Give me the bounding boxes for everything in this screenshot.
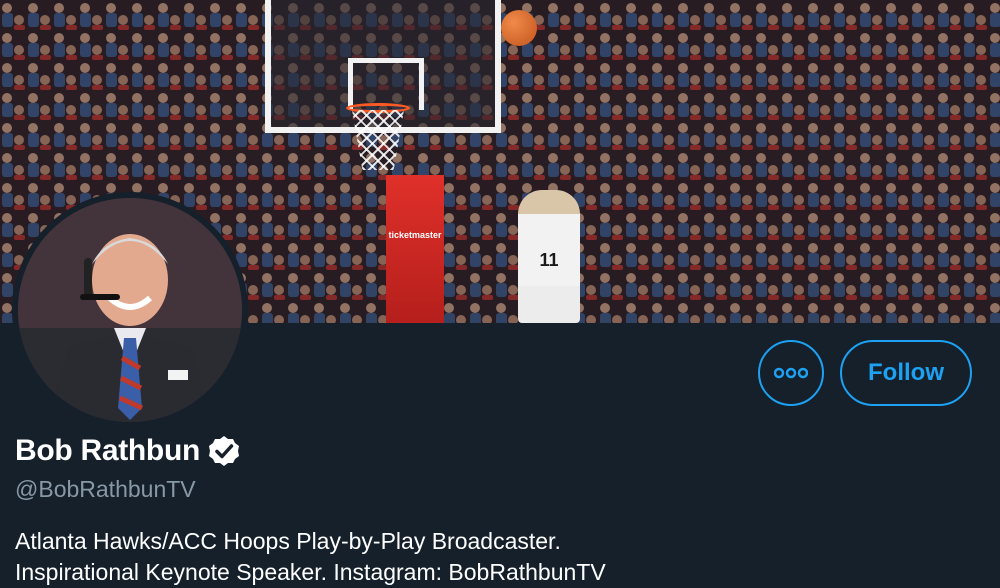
profile-handle: @BobRathbunTV [15,476,196,502]
follow-button[interactable]: Follow [840,340,972,406]
profile-name-row: Bob Rathbun [15,434,240,468]
display-name: Bob Rathbun [15,434,200,467]
bio-line: Inspirational Keynote Speaker. Instagram… [15,559,606,585]
verified-badge-icon [209,436,239,466]
jersey-number: 11 [539,250,559,270]
avatar[interactable] [12,192,248,428]
more-horizontal-icon [774,367,808,379]
person-portrait-icon [18,198,242,422]
player-figure: 11 [518,190,580,323]
sponsor-text: ticketmaster [388,230,442,240]
more-options-button[interactable] [758,340,824,406]
basketball [501,10,537,46]
profile-bio: Atlanta Hawks/ACC Hoops Play-by-Play Bro… [15,526,915,588]
avatar-photo [18,198,242,422]
hoop-stanchion: ticketmaster [386,175,444,323]
bio-line: Atlanta Hawks/ACC Hoops Play-by-Play Bro… [15,528,561,554]
